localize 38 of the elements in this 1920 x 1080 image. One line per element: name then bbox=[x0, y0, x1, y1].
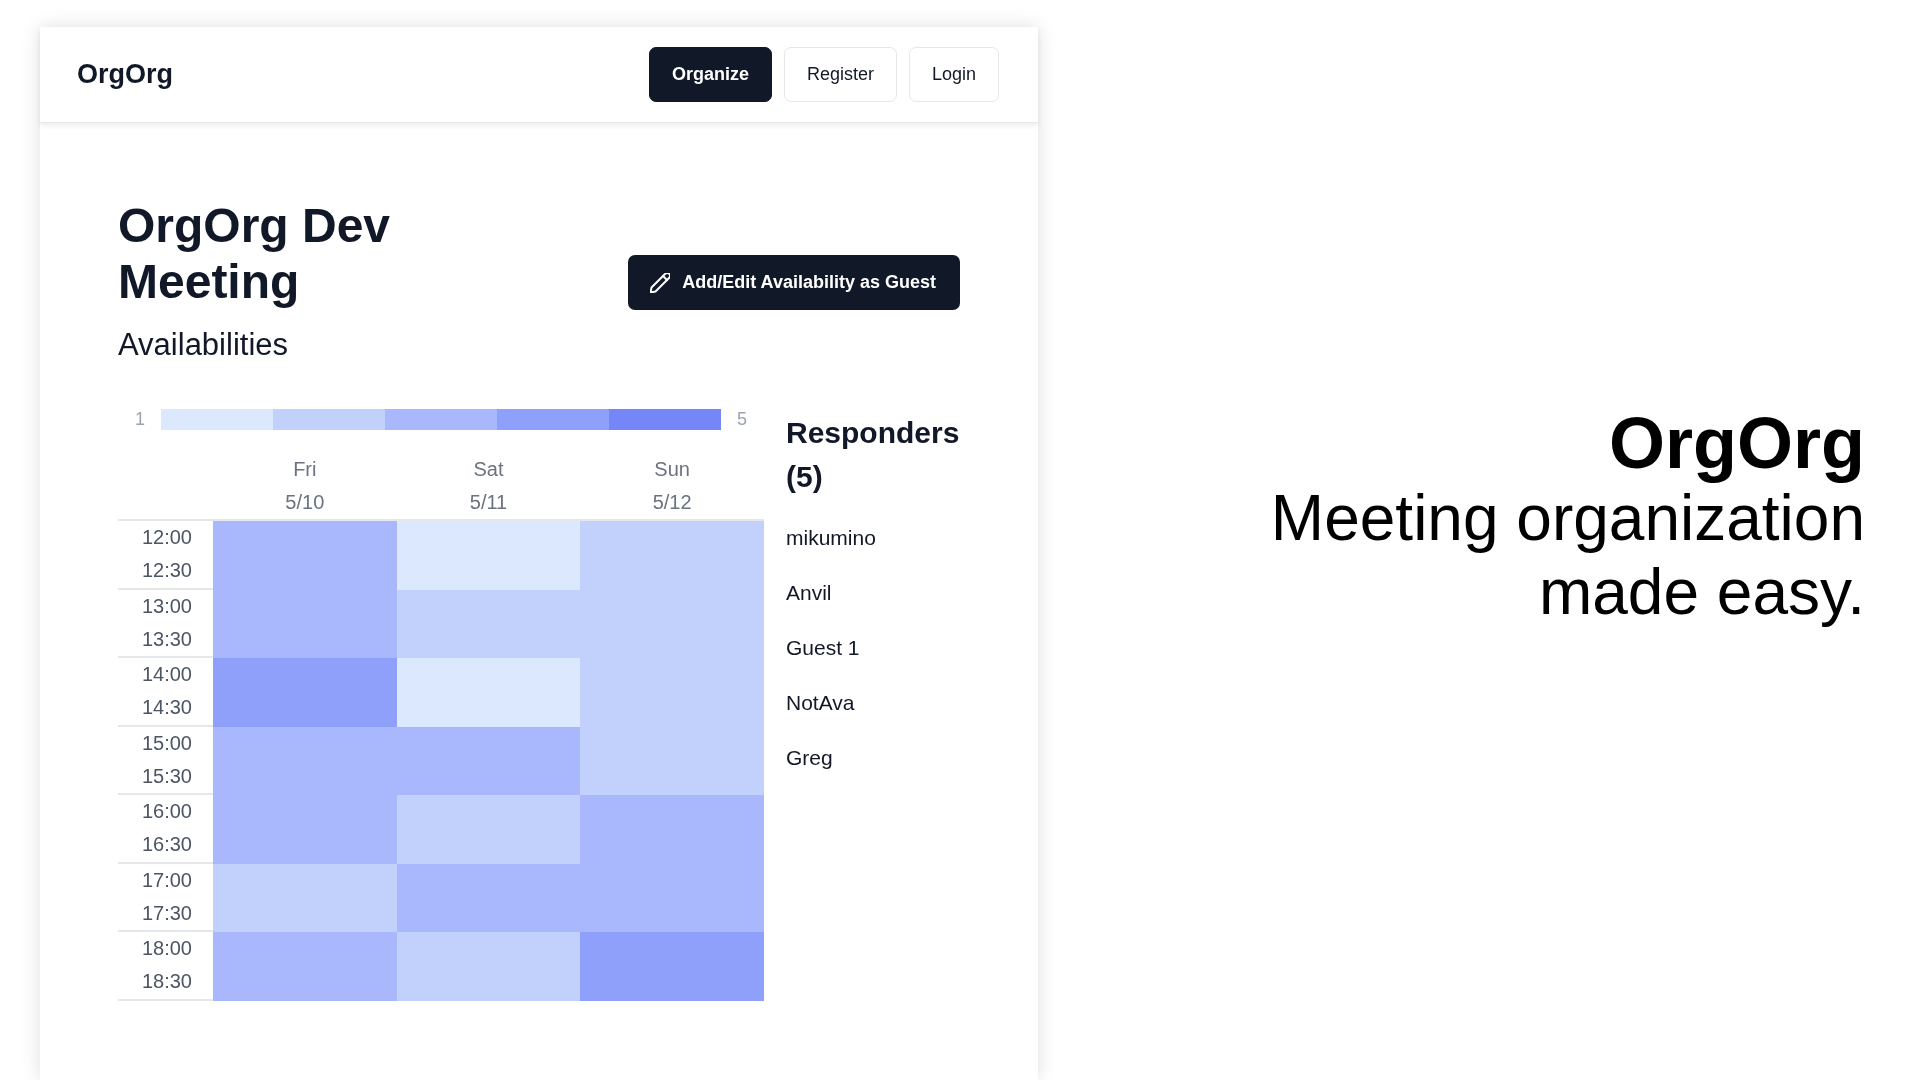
time-label: 13:00 bbox=[141, 593, 192, 619]
time-label: 14:00 bbox=[141, 662, 192, 688]
responder-name: NotAva bbox=[786, 690, 856, 716]
nav-button[interactable]: Login bbox=[908, 47, 999, 102]
legend-max-label: 5 bbox=[737, 409, 747, 430]
time-label: 18:30 bbox=[141, 969, 192, 995]
time-label: 12:30 bbox=[141, 558, 192, 584]
time-label: 18:00 bbox=[141, 936, 192, 962]
time-label: 16:30 bbox=[141, 832, 192, 858]
app-logo[interactable]: OrgOrg bbox=[77, 59, 173, 90]
time-label: 14:30 bbox=[141, 695, 192, 721]
responder-name: mikumino bbox=[786, 525, 877, 551]
date-label: 5/12 bbox=[652, 490, 692, 515]
time-label: 17:30 bbox=[141, 900, 192, 926]
time-label: 15:00 bbox=[141, 730, 192, 756]
time-label: 15:30 bbox=[141, 763, 192, 789]
responder-name: Greg bbox=[786, 745, 834, 771]
weekday-label: Fri bbox=[293, 457, 317, 482]
tagline-title: OrgOrg bbox=[1609, 405, 1865, 481]
add-availability-button[interactable]: Add/Edit Availability as Guest bbox=[628, 255, 960, 310]
time-label: 16:00 bbox=[141, 799, 192, 825]
weekday-label: Sat bbox=[473, 457, 504, 482]
pencil-icon bbox=[650, 272, 671, 293]
date-label: 5/11 bbox=[469, 490, 508, 515]
responder-name: Guest 1 bbox=[786, 635, 861, 661]
nav-button[interactable]: Register bbox=[783, 47, 897, 102]
section-subtitle: Availabilities bbox=[118, 326, 289, 364]
time-label: 12:00 bbox=[141, 525, 192, 551]
time-label: 17:00 bbox=[141, 867, 192, 893]
time-label: 13:30 bbox=[141, 626, 192, 652]
date-label: 5/10 bbox=[285, 490, 325, 515]
legend-min-label: 1 bbox=[135, 409, 145, 430]
responders-heading: Responders (5) bbox=[786, 415, 960, 495]
event-title: OrgOrg Dev Meeting bbox=[118, 198, 392, 310]
responder-name: Anvil bbox=[786, 580, 833, 606]
weekday-label: Sun bbox=[654, 457, 690, 482]
tagline-text: Meeting organization made easy. bbox=[1269, 482, 1865, 629]
nav-button[interactable]: Organize bbox=[648, 47, 772, 102]
